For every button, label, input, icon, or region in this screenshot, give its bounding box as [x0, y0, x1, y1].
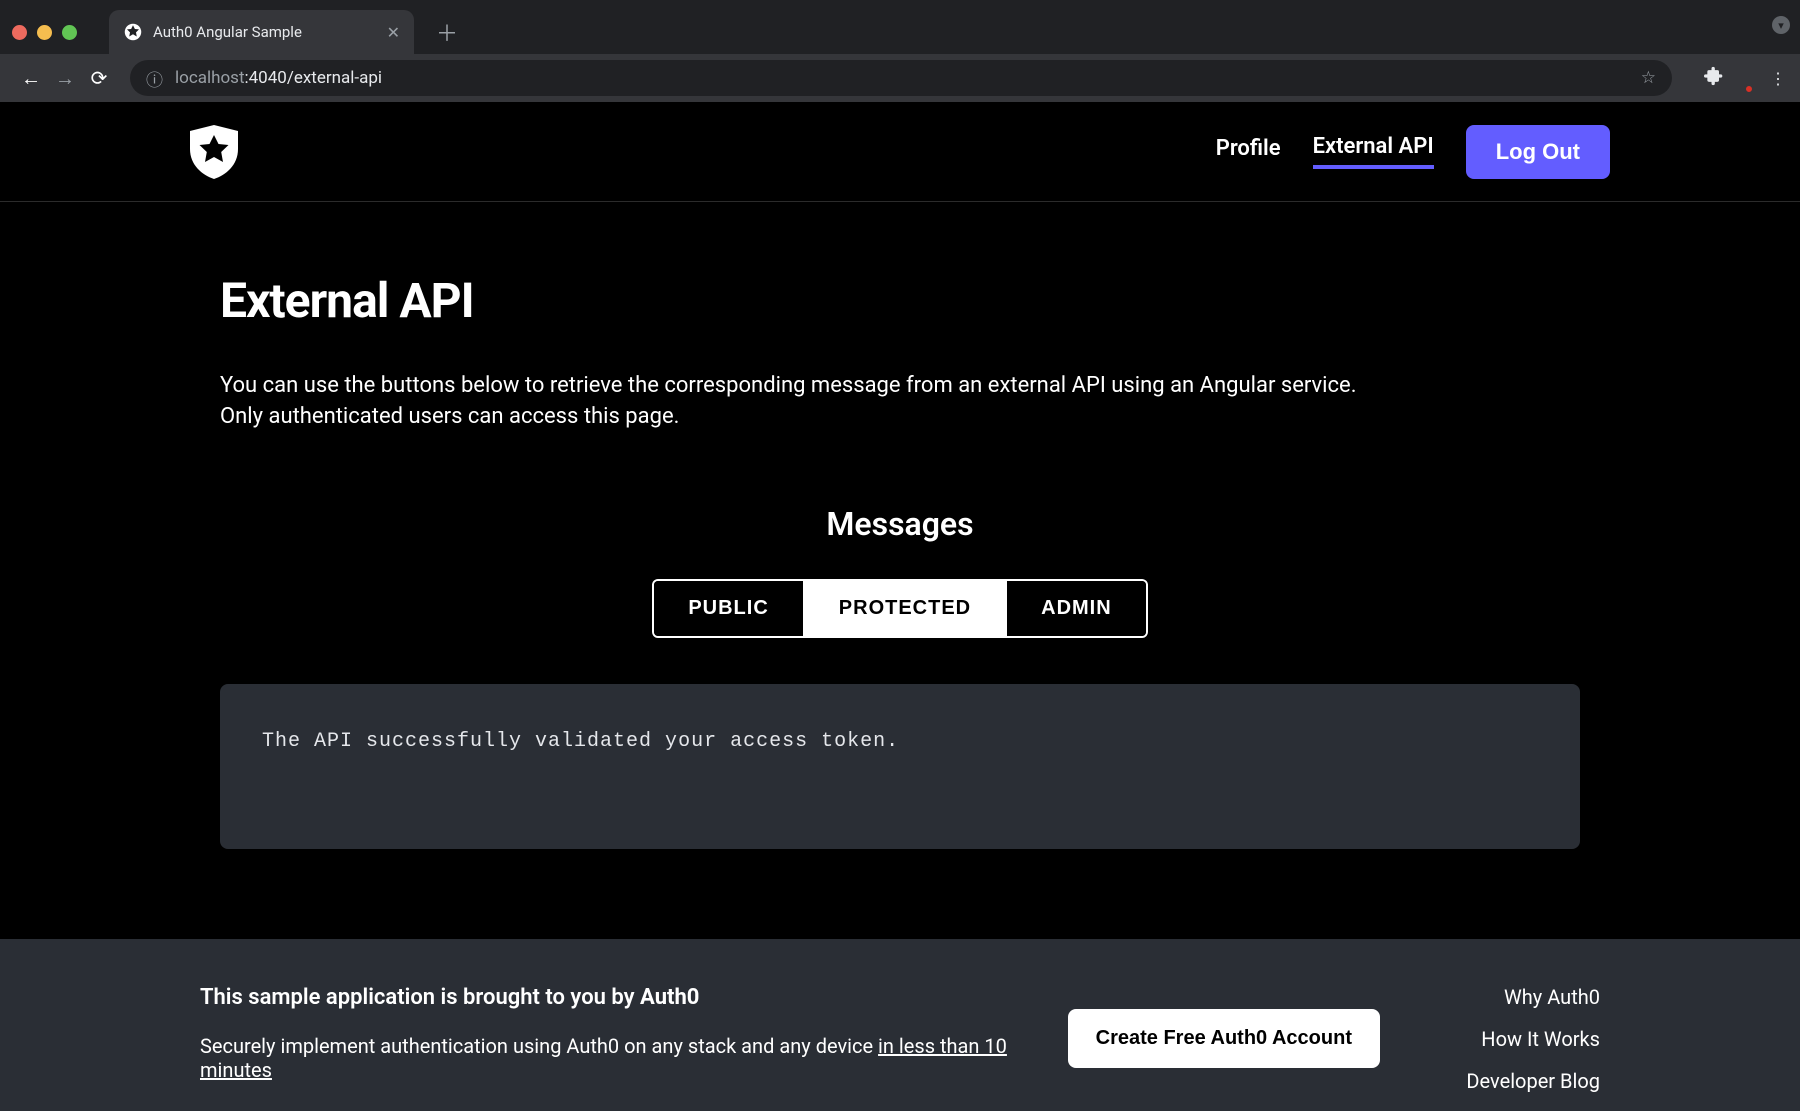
- tab-favicon-icon: [123, 22, 143, 42]
- footer-link-developer-blog[interactable]: Developer Blog: [1420, 1069, 1600, 1093]
- site-footer: This sample application is brought to yo…: [0, 939, 1800, 1111]
- nav-link-profile[interactable]: Profile: [1216, 136, 1281, 167]
- window-maximize-icon[interactable]: [62, 25, 77, 40]
- site-header: Profile External API Log Out: [0, 102, 1800, 202]
- url-host: localhost: [175, 68, 245, 88]
- footer-intro: This sample application is brought to yo…: [200, 985, 1028, 1010]
- site-info-icon[interactable]: ⓘ: [146, 66, 163, 91]
- message-tab-group: PUBLIC PROTECTED ADMIN: [652, 579, 1147, 638]
- address-bar[interactable]: ⓘ localhost:4040/external-api ☆: [130, 60, 1672, 96]
- tab-admin[interactable]: ADMIN: [1007, 581, 1146, 636]
- tab-title: Auth0 Angular Sample: [153, 23, 379, 41]
- avatar-notification-badge: [1744, 84, 1754, 94]
- nav-link-external-api[interactable]: External API: [1313, 134, 1434, 169]
- page-title: External API: [220, 272, 1580, 329]
- browser-tab[interactable]: Auth0 Angular Sample ✕: [109, 10, 414, 54]
- browser-tab-strip: Auth0 Angular Sample ✕ ＋ ▾: [0, 0, 1800, 54]
- api-result-output: The API successfully validated your acce…: [220, 684, 1580, 849]
- back-button[interactable]: ←: [14, 66, 48, 91]
- new-tab-button[interactable]: ＋: [432, 16, 462, 48]
- messages-heading: Messages: [220, 505, 1580, 543]
- tab-public[interactable]: PUBLIC: [654, 581, 804, 636]
- tab-protected[interactable]: PROTECTED: [805, 581, 1007, 636]
- create-account-button[interactable]: Create Free Auth0 Account: [1068, 1009, 1380, 1068]
- browser-menu-button[interactable]: ⋮: [1770, 69, 1786, 88]
- bookmark-star-icon[interactable]: ☆: [1641, 68, 1656, 88]
- extensions-icon[interactable]: [1704, 66, 1724, 90]
- profile-avatar[interactable]: [1724, 64, 1752, 92]
- forward-button[interactable]: →: [48, 66, 82, 91]
- reload-button[interactable]: ⟳: [82, 66, 116, 90]
- window-minimize-icon[interactable]: [37, 25, 52, 40]
- tab-list-dropdown-icon[interactable]: ▾: [1772, 16, 1790, 34]
- logout-button[interactable]: Log Out: [1466, 125, 1610, 179]
- tab-close-icon[interactable]: ✕: [387, 23, 400, 42]
- url-path: :4040/external-api: [245, 68, 383, 88]
- browser-toolbar: ← → ⟳ ⓘ localhost:4040/external-api ☆ ⋮: [0, 54, 1800, 102]
- footer-link-why-auth0[interactable]: Why Auth0: [1420, 985, 1600, 1009]
- window-close-icon[interactable]: [12, 25, 27, 40]
- footer-description: Securely implement authentication using …: [200, 1034, 1028, 1082]
- lead-text: You can use the buttons below to retriev…: [220, 371, 1380, 433]
- auth0-logo-icon[interactable]: [190, 125, 238, 179]
- footer-link-how-it-works[interactable]: How It Works: [1420, 1027, 1600, 1051]
